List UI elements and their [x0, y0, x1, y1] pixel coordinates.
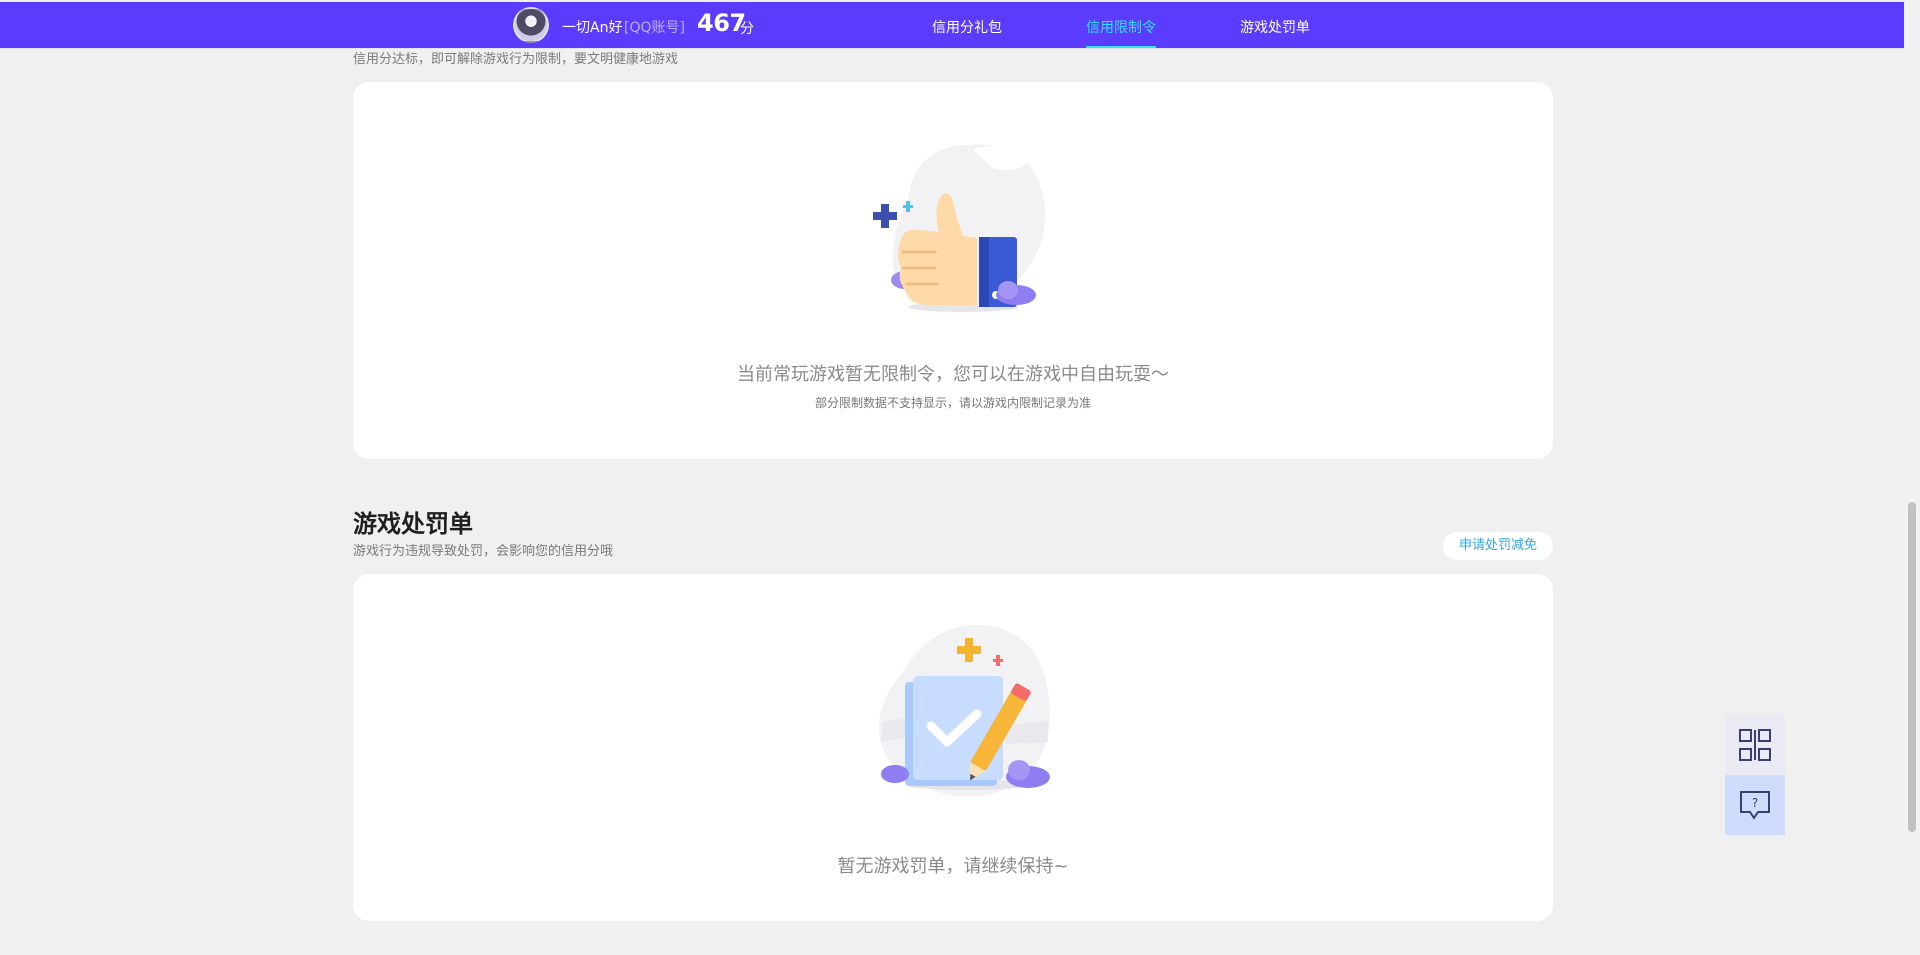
clipboard-check-illustration [878, 624, 1050, 797]
penalty-empty-message: 暂无游戏罚单，请继续保持~ [837, 856, 1069, 877]
avatar[interactable] [513, 7, 549, 43]
qr-code-icon [1739, 729, 1771, 761]
credit-score-unit: 分 [740, 21, 754, 37]
help-chat-icon: ? [1740, 791, 1770, 820]
account-type: [QQ账号] [624, 20, 685, 36]
user-nickname: 一切An好 [562, 20, 623, 36]
top-nav-bar: 一切An好 [QQ账号] 467 分 信用分礼包 信用限制令 游戏处罚单 [0, 2, 1904, 48]
qr-code-button[interactable] [1725, 715, 1785, 775]
help-button[interactable]: ? [1725, 775, 1785, 835]
restriction-subtitle: 信用分达标，即可解除游戏行为限制，要文明健康地游戏 [353, 52, 679, 67]
scrollbar-thumb[interactable] [1908, 502, 1916, 832]
restriction-empty-message: 当前常玩游戏暂无限制令，您可以在游戏中自由玩耍～ [737, 364, 1169, 385]
penalty-card: 暂无游戏罚单，请继续保持~ [353, 574, 1553, 921]
nav-credit-gift[interactable]: 信用分礼包 [932, 17, 1002, 37]
active-tab-indicator [1086, 46, 1156, 48]
penalty-subtitle: 游戏行为违规导致处罚，会影响您的信用分哦 [353, 544, 614, 559]
credit-score: 467 [697, 9, 746, 37]
nav-credit-restriction[interactable]: 信用限制令 [1086, 17, 1156, 37]
nav-game-penalty[interactable]: 游戏处罚单 [1240, 17, 1310, 37]
svg-text:?: ? [1752, 796, 1758, 810]
penalty-section-title: 游戏处罚单 [353, 510, 473, 538]
apply-penalty-reduction-button[interactable]: 申请处罚减免 [1443, 532, 1553, 560]
thumbs-up-illustration [873, 144, 1046, 312]
restriction-empty-note: 部分限制数据不支持显示，请以游戏内限制记录为准 [814, 396, 1091, 410]
restriction-card: 当前常玩游戏暂无限制令，您可以在游戏中自由玩耍～ 部分限制数据不支持显示，请以游… [353, 82, 1553, 459]
floating-tools: ? [1725, 715, 1785, 835]
